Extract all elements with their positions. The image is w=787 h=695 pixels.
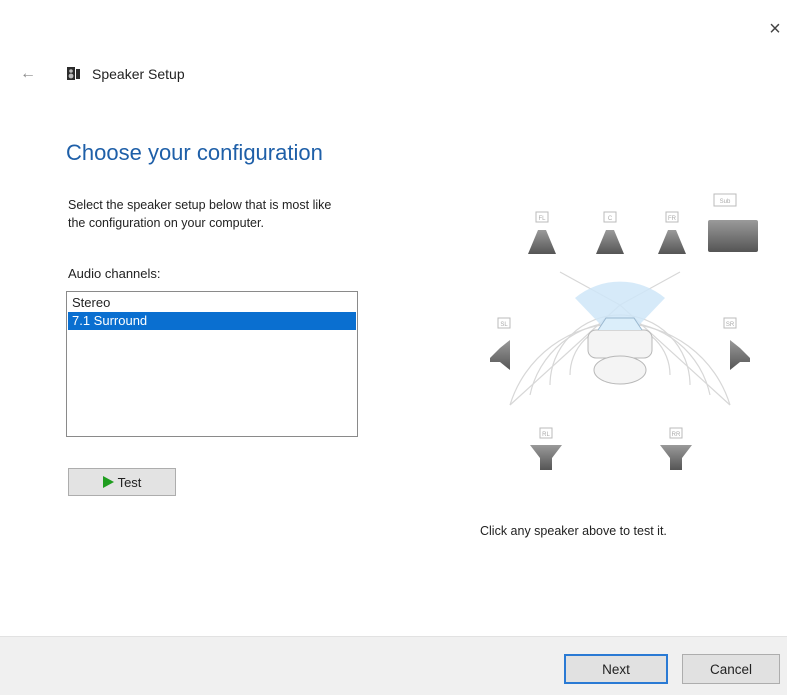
speaker-rr-label: RR — [672, 432, 681, 438]
speaker-fl-label: FL — [538, 216, 546, 222]
channel-option-7-1-surround[interactable]: 7.1 Surround — [68, 312, 356, 330]
speaker-rl-label: RL — [542, 432, 550, 438]
page-heading: Choose your configuration — [66, 140, 323, 165]
speaker-center[interactable]: C — [596, 211, 624, 254]
speaker-subwoofer[interactable]: Sub — [708, 193, 758, 252]
speaker-fr-label: FR — [668, 216, 677, 222]
speaker-side-left[interactable]: SL — [490, 317, 511, 370]
audio-channels-listbox[interactable]: Stereo 7.1 Surround — [66, 291, 358, 437]
instructions-text: Select the speaker setup below that is m… — [68, 196, 448, 232]
audio-channels-label: Audio channels: — [68, 266, 161, 281]
speaker-diagram: FL C FR Sub SL SR RL RR — [490, 193, 758, 470]
speaker-side-right[interactable]: SR — [723, 317, 750, 370]
back-button[interactable]: ← — [20, 66, 40, 82]
test-button-label: Test — [117, 474, 142, 490]
window-title: Speaker Setup — [92, 66, 185, 82]
speaker-sr-label: SR — [726, 322, 735, 328]
play-icon — [102, 476, 114, 488]
next-button[interactable]: Next — [564, 654, 668, 684]
test-button[interactable]: Test — [68, 468, 176, 496]
speaker-rear-left[interactable]: RL — [530, 427, 562, 470]
back-arrow-icon: ← — [20, 65, 36, 82]
speaker-front-left[interactable]: FL — [528, 211, 556, 254]
instructions-line-2: the configuration on your computer. — [68, 216, 264, 230]
close-icon: × — [769, 18, 781, 40]
listener-icon — [587, 317, 653, 385]
close-button[interactable]: × — [764, 18, 786, 40]
cancel-button[interactable]: Cancel — [682, 654, 780, 684]
test-hint-text: Click any speaker above to test it. — [480, 524, 667, 538]
instructions-line-1: Select the speaker setup below that is m… — [68, 198, 332, 212]
channel-option-stereo[interactable]: Stereo — [68, 294, 356, 312]
dialog-footer — [0, 636, 787, 695]
speaker-rear-right[interactable]: RR — [660, 427, 692, 470]
speaker-front-right[interactable]: FR — [658, 211, 686, 254]
speaker-c-label: C — [608, 216, 613, 222]
speaker-sub-label: Sub — [720, 199, 731, 205]
speaker-setup-icon — [67, 67, 80, 80]
speaker-sl-label: SL — [500, 322, 508, 328]
